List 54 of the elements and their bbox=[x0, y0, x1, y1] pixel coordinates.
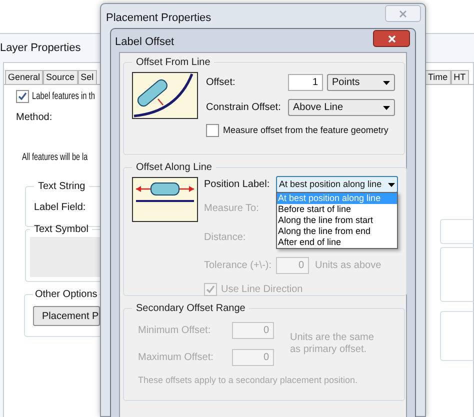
distance-diagram bbox=[132, 72, 198, 119]
group-outline bbox=[440, 247, 474, 302]
window-title: Layer Properties bbox=[0, 41, 81, 56]
group-title: Text Symbol bbox=[33, 223, 90, 237]
checkbox-label: Use Line Direction bbox=[221, 283, 303, 297]
dialog-title: Label Offset bbox=[115, 35, 174, 50]
checkbox[interactable] bbox=[206, 124, 219, 138]
close-icon bbox=[399, 10, 407, 18]
tab[interactable]: General bbox=[5, 70, 44, 84]
dropdown-option[interactable]: Before start of line bbox=[277, 204, 397, 215]
constrain-dropdown[interactable]: Above Line bbox=[288, 99, 395, 116]
group-title: Text String bbox=[37, 180, 86, 194]
units-dropdown[interactable]: Points bbox=[327, 74, 395, 91]
checkbox-label: Label features in th bbox=[32, 90, 95, 104]
field-label: Constrain Offset: bbox=[206, 101, 282, 115]
units-note: Units as above bbox=[315, 259, 382, 273]
method-label: Method: bbox=[16, 111, 52, 125]
field-label: Maximum Offset: bbox=[138, 351, 214, 365]
group-title: Offset From Line bbox=[135, 56, 212, 70]
offset-field[interactable]: 1 bbox=[288, 74, 323, 91]
close-button[interactable] bbox=[373, 30, 410, 47]
group-title: Other Options bbox=[34, 288, 98, 302]
caret-icon bbox=[388, 182, 395, 186]
checkbox-label: Measure offset from the feature geometry bbox=[223, 124, 388, 137]
field-label: Label Field: bbox=[34, 202, 86, 213]
field-label: Minimum Offset: bbox=[138, 324, 212, 338]
position-dropdown[interactable]: At best position along line bbox=[276, 176, 398, 193]
close-icon bbox=[388, 34, 396, 42]
info-text: All features will be la bbox=[22, 151, 88, 165]
field-label: Position Label: bbox=[204, 178, 271, 192]
dropdown-option[interactable]: Along the line from end bbox=[277, 226, 397, 237]
units-note: Units are the same as primary offset. bbox=[290, 332, 375, 356]
group-outline bbox=[440, 311, 474, 361]
tab[interactable]: Source bbox=[43, 70, 78, 84]
placement-button[interactable]: Placement P bbox=[33, 306, 100, 326]
field-label: Distance: bbox=[204, 231, 246, 245]
tab[interactable]: Time bbox=[425, 70, 451, 84]
dropdown-option[interactable]: Along the line from start bbox=[277, 215, 397, 226]
symbol-preview bbox=[30, 237, 100, 277]
field-label: Measure To: bbox=[204, 202, 259, 216]
dropdown-option[interactable]: After end of line bbox=[277, 237, 397, 248]
best-position-diagram bbox=[132, 177, 198, 222]
checkbox[interactable] bbox=[16, 90, 29, 103]
group-title: Secondary Offset Range bbox=[135, 302, 246, 316]
caret-icon bbox=[383, 80, 390, 84]
group-title: Offset Along Line bbox=[135, 161, 213, 175]
group-outline bbox=[440, 219, 474, 244]
field-label: Tolerance (+\-): bbox=[204, 259, 273, 273]
caret-icon bbox=[383, 106, 390, 110]
dialog-title: Placement Properties bbox=[106, 11, 212, 26]
field-label: Offset: bbox=[206, 76, 236, 90]
note-text: These offsets apply to a secondary placement position. bbox=[138, 374, 358, 387]
tab[interactable]: HT bbox=[450, 70, 469, 84]
tab[interactable]: Sel bbox=[78, 70, 97, 84]
